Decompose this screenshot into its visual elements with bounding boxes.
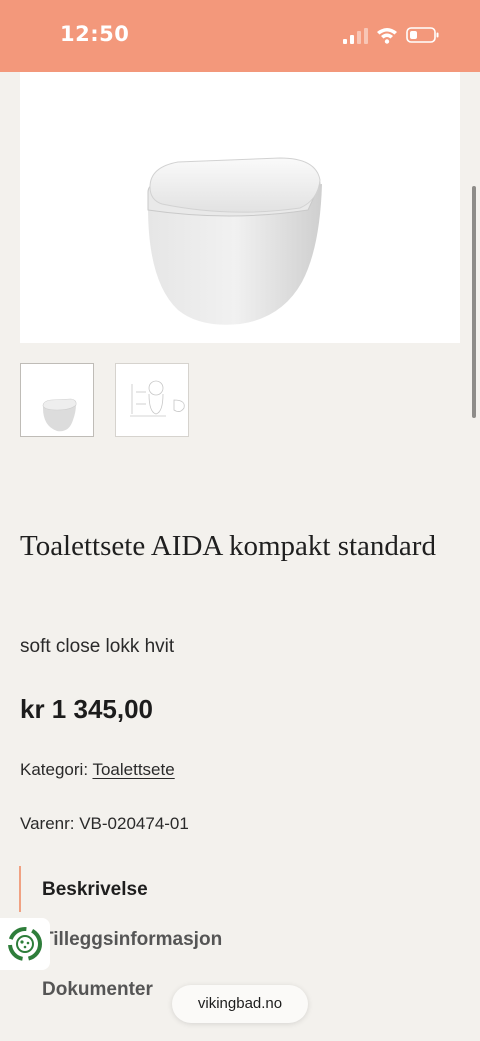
status-time: 12:50: [60, 22, 130, 46]
toilet-image: [147, 157, 322, 325]
wifi-icon: [377, 28, 397, 44]
cellular-signal-icon: [343, 28, 368, 44]
battery-icon: [406, 27, 439, 43]
tab-documents[interactable]: Dokumenter: [42, 979, 153, 1001]
toilet-thumbnail-image: [42, 398, 77, 432]
tab-description[interactable]: Beskrivelse: [42, 879, 148, 901]
technical-drawing-thumbnail-image: [130, 380, 185, 417]
thumbnail-1[interactable]: [20, 363, 94, 437]
tab-additional-info[interactable]: Tilleggsinformasjon: [42, 929, 222, 951]
product-sku: Varenr: VB-020474-01: [20, 814, 189, 833]
cookie-icon: [8, 927, 42, 961]
active-tab-indicator: [19, 866, 21, 912]
page-scrollbar[interactable]: [472, 186, 476, 418]
product-title: Toalettsete AIDA kompakt standard: [20, 530, 436, 562]
cookie-consent-badge[interactable]: [0, 918, 50, 970]
category-label: Kategori:: [20, 760, 89, 779]
product-category: Kategori: Toalettsete: [20, 760, 175, 780]
category-link[interactable]: Toalettsete: [92, 760, 174, 779]
product-price: kr 1 345,00: [20, 694, 154, 724]
browser-url-bar[interactable]: vikingbad.no: [172, 985, 308, 1023]
thumbnail-2[interactable]: [115, 363, 189, 437]
status-bar: 12:50: [0, 0, 480, 72]
product-subtitle: soft close lokk hvit: [20, 636, 175, 657]
product-main-image[interactable]: [20, 72, 460, 343]
